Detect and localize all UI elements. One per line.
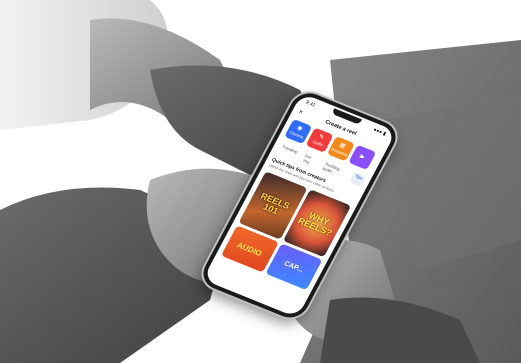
tile-label: Camera: [288, 129, 305, 140]
photo-scene: 9:41 ●●● ▮ × Create a reel ◉ Camera ✎ Dr…: [0, 0, 521, 363]
more-icon: ▶: [358, 153, 367, 161]
chip-tips[interactable]: Tips: [348, 171, 367, 188]
topbar-spacer: [373, 141, 382, 145]
tile-more[interactable]: ▶: [348, 144, 377, 170]
